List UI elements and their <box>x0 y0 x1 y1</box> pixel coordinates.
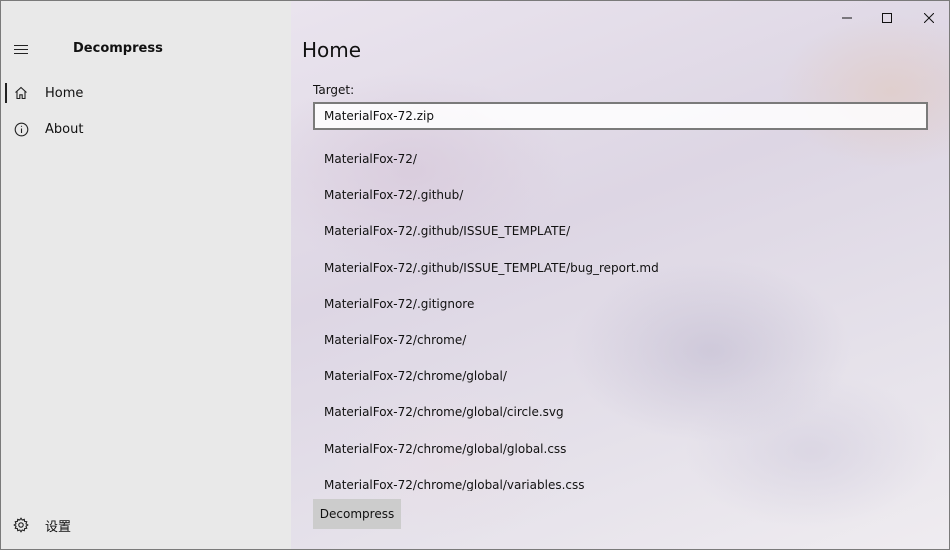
list-item[interactable]: MaterialFox-72/chrome/global/variables.c… <box>313 467 928 491</box>
list-item[interactable]: MaterialFox-72/.github/ <box>313 177 928 213</box>
decompress-button[interactable]: Decompress <box>313 499 401 529</box>
list-item[interactable]: MaterialFox-72/ <box>313 141 928 177</box>
gear-icon <box>12 516 30 534</box>
home-icon <box>12 84 30 102</box>
list-item[interactable]: MaterialFox-72/chrome/ <box>313 322 928 358</box>
close-button[interactable] <box>909 3 949 31</box>
app-title: Decompress <box>73 41 163 56</box>
file-list[interactable]: MaterialFox-72/MaterialFox-72/.github/Ma… <box>313 141 928 491</box>
nav-item-label: 设置 <box>45 519 72 535</box>
minimize-button[interactable] <box>827 3 867 31</box>
page-title: Home <box>302 38 362 62</box>
close-icon <box>923 8 935 27</box>
selection-indicator <box>5 83 7 103</box>
minimize-icon <box>842 8 852 27</box>
nav-item-home[interactable]: Home <box>1 75 291 111</box>
app-window: Decompress Home About 设置 Home Target: Ma… <box>0 0 950 550</box>
list-item[interactable]: MaterialFox-72/.gitignore <box>313 286 928 322</box>
maximize-button[interactable] <box>867 3 907 31</box>
content-area: Home Target: MaterialFox-72/MaterialFox-… <box>291 1 949 549</box>
target-label: Target: <box>313 83 355 97</box>
list-item[interactable]: MaterialFox-72/.github/ISSUE_TEMPLATE/ <box>313 213 928 249</box>
list-item[interactable]: MaterialFox-72/.github/ISSUE_TEMPLATE/bu… <box>313 250 928 286</box>
maximize-icon <box>882 8 892 27</box>
list-item[interactable]: MaterialFox-72/chrome/global/global.css <box>313 431 928 467</box>
nav-item-settings[interactable]: 设置 <box>1 507 291 543</box>
list-item[interactable]: MaterialFox-72/chrome/global/ <box>313 358 928 394</box>
nav-item-label: Home <box>45 85 84 101</box>
target-input[interactable] <box>313 102 928 130</box>
nav-item-about[interactable]: About <box>1 111 291 147</box>
info-icon <box>12 120 30 138</box>
navigation-pane: Decompress Home About 设置 <box>1 1 291 549</box>
hamburger-menu-icon[interactable] <box>9 37 33 61</box>
list-item[interactable]: MaterialFox-72/chrome/global/circle.svg <box>313 394 928 430</box>
nav-item-label: About <box>45 121 84 137</box>
